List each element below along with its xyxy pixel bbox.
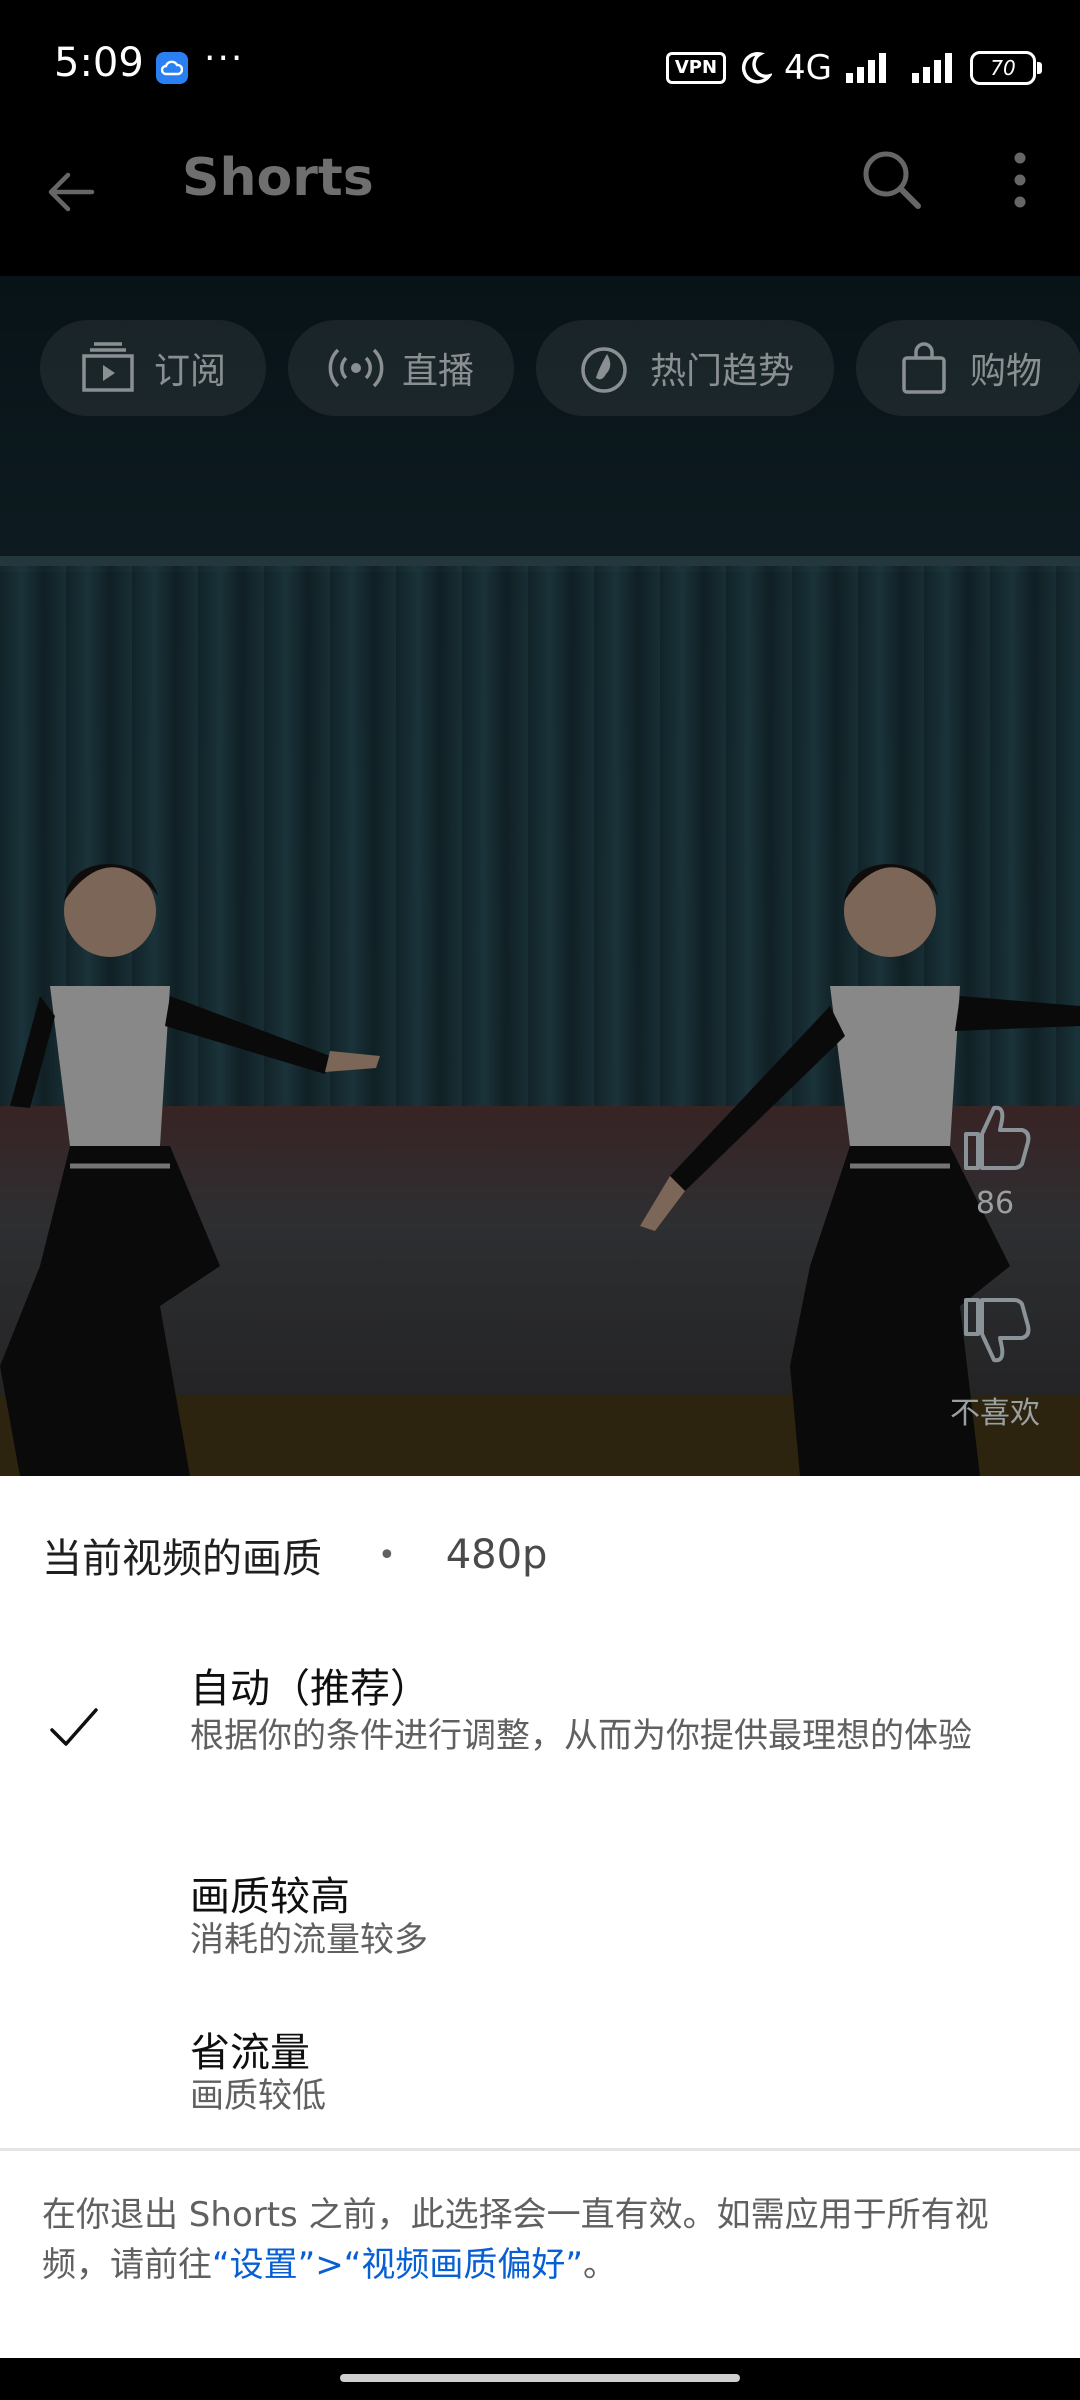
app-bar: Shorts: [0, 130, 1080, 276]
filter-chips: 订阅 直播 热门趋势 购物: [40, 320, 1080, 416]
quality-option-data-saver[interactable]: 省流量 画质较低: [0, 1996, 1080, 2126]
shopping-bag-icon: [902, 342, 946, 394]
status-indicators: VPN 4G 70: [665, 48, 1042, 88]
vpn-badge: VPN: [665, 52, 727, 84]
chip-label: 订阅: [154, 351, 227, 392]
signal-icon-2: [912, 53, 952, 83]
dislike-button[interactable]: [956, 1292, 1036, 1372]
divider: [0, 2148, 1080, 2151]
option-title: 自动（推荐）: [190, 1666, 430, 1712]
shorts-video[interactable]: 订阅 直播 热门趋势 购物 86 不喜欢: [0, 276, 1080, 1476]
footer-note: 在你退出 Shorts 之前，此选择会一直有效。如需应用于所有视频，请前往“设置…: [42, 2190, 1042, 2290]
video-dim-overlay: [0, 276, 1080, 1476]
thumb-down-icon: [964, 1298, 1031, 1363]
option-title: 省流量: [190, 2030, 310, 2076]
more-vert-icon: [1014, 152, 1026, 208]
live-icon: [328, 348, 384, 388]
chip-label: 购物: [970, 351, 1043, 392]
chip-shopping[interactable]: 购物: [856, 320, 1080, 416]
check-icon: [50, 1708, 98, 1746]
chip-label: 直播: [402, 351, 475, 392]
subscriptions-icon: [82, 342, 134, 392]
trending-icon: [581, 347, 627, 393]
quality-bottom-sheet: 当前视频的画质 • 480p 自动（推荐） 根据你的条件进行调整，从而为你提供最…: [0, 1476, 1080, 2358]
network-type: 4G: [784, 48, 832, 88]
search-button[interactable]: [856, 144, 928, 216]
settings-link[interactable]: “设置”>“视频画质偏好”: [212, 2245, 583, 2285]
search-icon: [863, 151, 921, 209]
option-description: 根据你的条件进行调整，从而为你提供最理想的体验: [190, 1716, 972, 1756]
cloud-icon: [156, 52, 188, 84]
quality-option-high[interactable]: 画质较高 消耗的流量较多: [0, 1836, 1080, 1966]
notification-dots: ···: [204, 38, 245, 79]
signal-icon: [846, 53, 886, 83]
chip-subscriptions[interactable]: 订阅: [40, 320, 267, 416]
status-bar: 5:09 ··· VPN 4G 70: [0, 0, 1080, 130]
chip-trending[interactable]: 热门趋势: [536, 320, 835, 416]
like-button[interactable]: [956, 1096, 1036, 1176]
gesture-nav-handle[interactable]: [340, 2374, 740, 2382]
chip-label: 热门趋势: [650, 351, 795, 392]
status-time: 5:09: [54, 40, 144, 86]
option-title: 画质较高: [190, 1874, 350, 1920]
thumb-up-icon: [964, 1105, 1031, 1170]
option-description: 画质较低: [190, 2076, 326, 2116]
option-description: 消耗的流量较多: [190, 1920, 428, 1960]
page-title: Shorts: [182, 148, 374, 208]
screen: 5:09 ··· VPN 4G 70 Shorts 订阅 直播 热门趋势 购物 …: [0, 0, 1080, 2400]
footer-end: 。: [582, 2245, 617, 2285]
quality-option-auto[interactable]: 自动（推荐） 根据你的条件进行调整，从而为你提供最理想的体验: [0, 1476, 1080, 1786]
battery-indicator: 70: [970, 51, 1042, 85]
chip-live[interactable]: 直播: [288, 320, 515, 416]
like-count: 86: [975, 1186, 1015, 1221]
moon-icon: [741, 52, 773, 84]
more-options-button[interactable]: [1000, 144, 1040, 216]
back-arrow-icon: [48, 172, 95, 212]
dislike-label: 不喜欢: [950, 1396, 1040, 1431]
back-button[interactable]: [40, 160, 104, 224]
